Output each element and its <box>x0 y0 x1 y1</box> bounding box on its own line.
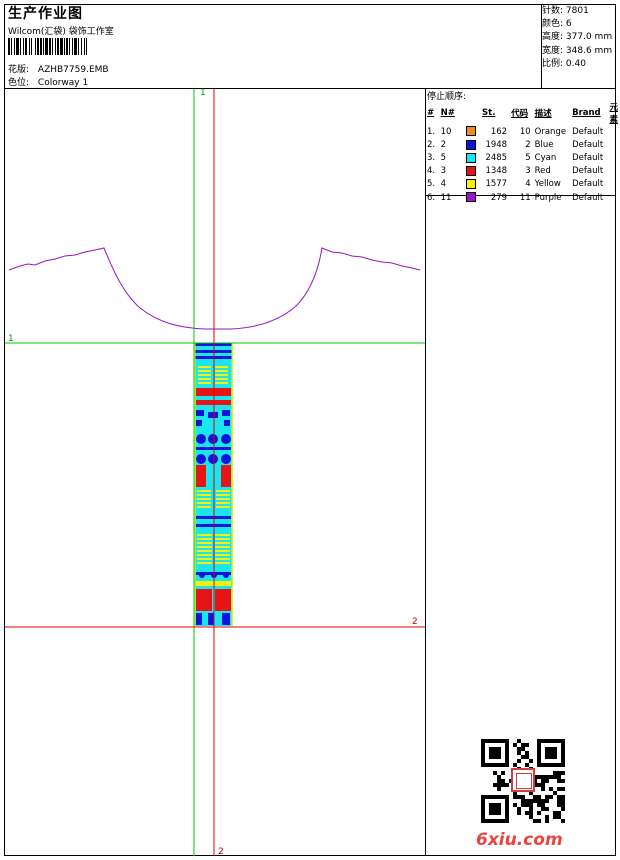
stitch-block <box>215 534 230 536</box>
stitch-block <box>215 382 228 384</box>
stitch-dot <box>196 434 206 444</box>
stitch-block <box>197 550 212 552</box>
stitch-block <box>197 542 212 544</box>
stitch-block <box>221 465 231 487</box>
stitch-block <box>215 554 230 556</box>
axis-label-v1: 1 <box>200 88 206 98</box>
stitch-block <box>215 374 228 376</box>
axis-label-h1: 1 <box>8 334 14 344</box>
stitch-block <box>198 370 211 372</box>
stitch-block <box>208 613 214 625</box>
stitch-dot <box>221 454 231 464</box>
stitch-block <box>196 410 204 416</box>
stitch-block <box>215 558 230 560</box>
stitch-block <box>216 494 230 496</box>
stitch-block <box>197 562 212 564</box>
stitch-block <box>197 554 212 556</box>
stitch-block <box>198 382 211 384</box>
stitch-block <box>215 546 230 548</box>
stitch-block <box>222 613 230 625</box>
stitch-block <box>216 490 230 492</box>
stitch-dot <box>196 454 206 464</box>
watermark-logo: 6xiu.com <box>476 830 563 850</box>
stitch-block <box>215 589 231 611</box>
stitch-block <box>196 589 212 611</box>
stitch-block <box>215 370 228 372</box>
stitch-block <box>216 506 230 508</box>
stitch-dot <box>208 454 218 464</box>
stitch-block <box>198 378 211 380</box>
stitch-block <box>216 498 230 500</box>
stitch-block <box>215 538 230 540</box>
stitch-block <box>196 465 206 487</box>
stitch-block <box>215 542 230 544</box>
stitch-dot <box>221 434 231 444</box>
stitch-block <box>197 506 211 508</box>
stitch-block <box>197 494 211 496</box>
stitch-block <box>198 366 211 368</box>
stitch-block <box>208 412 218 418</box>
stitch-block <box>197 534 212 536</box>
stitch-block <box>215 378 228 380</box>
stitch-block <box>197 490 211 492</box>
stitch-block <box>215 550 230 552</box>
stitch-block <box>216 502 230 504</box>
stitch-block <box>215 562 230 564</box>
stitch-block <box>197 558 212 560</box>
stitch-block <box>196 613 202 625</box>
axis-label-h2: 2 <box>412 617 418 627</box>
stitch-block <box>197 498 211 500</box>
axis-label-v2: 2 <box>218 847 224 857</box>
stitch-block <box>222 410 230 416</box>
stitch-block <box>197 538 212 540</box>
stitch-block <box>197 502 211 504</box>
stitch-dot <box>199 572 205 578</box>
stitch-block <box>197 546 212 548</box>
stitch-block <box>198 374 211 376</box>
qr-stamp-logo <box>511 768 535 792</box>
stitch-block <box>231 343 233 626</box>
stitch-dot <box>223 572 229 578</box>
stitch-block <box>224 420 230 426</box>
stitch-dot <box>208 434 218 444</box>
stitch-block <box>196 420 202 426</box>
design-canvas <box>5 89 425 856</box>
stitch-block <box>215 366 228 368</box>
